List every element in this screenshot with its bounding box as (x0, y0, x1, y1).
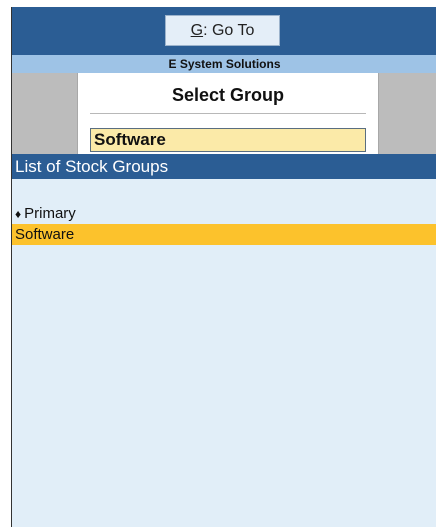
list-item-label: Software (15, 226, 75, 243)
divider (90, 113, 366, 114)
list-item-label: Primary (24, 205, 76, 222)
go-to-label: : Go To (203, 21, 255, 39)
title-bar: G: Go To (12, 7, 436, 55)
stock-group-list: ♦ Primary Software (12, 203, 436, 245)
group-input-field[interactable]: Software (90, 128, 366, 152)
go-to-shortcut-key: G (190, 21, 204, 39)
list-header: List of Stock Groups (12, 154, 436, 179)
select-group-title: Select Group (171, 85, 285, 105)
company-name-bar: E System Solutions (12, 55, 436, 73)
list-item-primary[interactable]: ♦ Primary (12, 203, 436, 224)
select-group-panel: Select Group Software (77, 73, 379, 155)
tally-window: G: Go To E System Solutions Select Group… (11, 7, 436, 527)
go-to-button[interactable]: G: Go To (165, 15, 280, 46)
diamond-bullet-icon: ♦ (15, 207, 22, 221)
list-item-software[interactable]: Software (12, 224, 436, 245)
